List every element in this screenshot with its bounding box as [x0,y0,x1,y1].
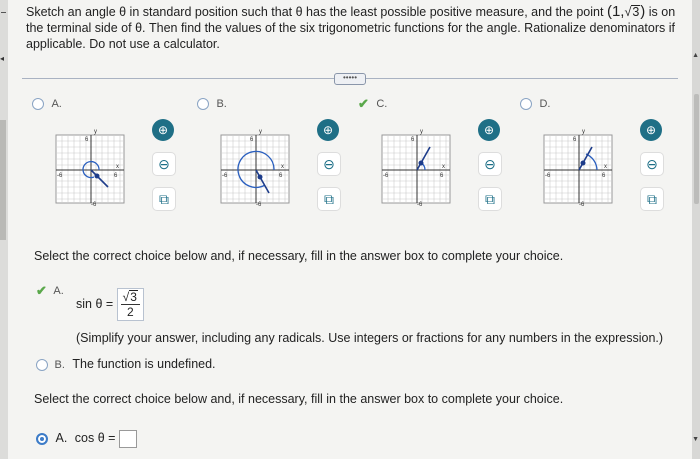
point-close: ) [640,3,646,20]
tick-bottom-label: -6 [256,202,262,207]
tick-left-label: -6 [545,173,551,179]
part2-option-a[interactable]: A. cos θ = [36,430,137,448]
zoom-in-icon[interactable]: ⊕ [640,119,662,141]
scrollbar[interactable]: ▲ ▼ [692,0,700,459]
scroll-up-icon[interactable]: ▲ [692,52,699,59]
axis-y-label: y [582,129,585,135]
question-line1: Sketch an angle θ in standard position s… [26,5,604,19]
cos-answer-box[interactable] [118,430,137,448]
choice-b-graph[interactable]: yx6-6-6 6 [219,127,291,207]
tick-left-label: -6 [57,173,63,179]
question-line3: applicable. Do not use a calculator. [26,37,220,51]
edge-tick [1,12,6,13]
part1-answer-sin: sin θ = √3 2 [76,288,144,321]
choice-c-graph[interactable]: yx6-6-6 6 [380,127,452,207]
part2-option-a-label: A. [55,431,68,446]
left-edge: ◂ [0,0,8,459]
choice-a-label: A. [51,97,62,110]
part1-instruction: Select the correct choice below and, if … [34,249,564,263]
choice-a[interactable]: A. y x 6 -6 -6 6 ⊕ ⊖ ⧉ [32,95,202,225]
choice-b-label: B. [216,97,227,110]
choice-d[interactable]: D. y x 6 -6 -6 6 ⊕ ⊖ ⧉ [520,95,690,225]
zoom-in-icon[interactable]: ⊕ [152,119,174,141]
zoom-in-icon[interactable]: ⊕ [478,119,500,141]
part2-option-a-radio[interactable] [36,433,48,445]
axis-y-label: y [94,129,97,135]
axis-x-label: x [442,164,445,170]
choice-b[interactable]: B. y x 6 -6 -6 6 ⊕ ⊖ ⧉ [197,95,367,225]
more-button[interactable]: ••••• [334,73,366,85]
choice-a-tools: ⊕ ⊖ ⧉ [152,119,180,222]
sin-denominator: 2 [126,305,134,319]
tick-left-label: -6 [222,173,228,179]
collapse-arrow-icon[interactable]: ◂ [0,54,6,64]
popout-icon[interactable]: ⧉ [152,187,176,211]
zoom-out-icon[interactable]: ⊖ [478,152,502,176]
popout-icon[interactable]: ⧉ [317,187,341,211]
axis-y-label: y [259,129,262,135]
part1-option-a-label: A. [53,285,64,297]
axis-y-label: y [420,129,423,135]
part1-option-a-marker[interactable]: ✔ A. [36,283,64,299]
question-page [8,0,692,459]
axis-x-label: x [116,164,119,170]
part1-option-b-label: B. [54,358,65,371]
sin-label: sin θ = [76,296,114,311]
edge-bar [0,120,6,240]
part1-option-b-radio[interactable] [36,358,48,371]
choice-d-label: D. [539,97,551,110]
choice-d-graph[interactable]: yx6-6-6 6 [542,127,614,207]
zoom-out-icon[interactable]: ⊖ [317,152,341,176]
axis-x-label: x [281,164,284,170]
correct-check-icon: ✔ [358,95,369,111]
scroll-down-icon[interactable]: ▼ [692,436,699,443]
tick-bottom-label: -6 [417,202,423,207]
part1-option-b-text: The function is undefined. [72,357,216,371]
choice-d-radio[interactable] [520,97,532,110]
zoom-in-icon[interactable]: ⊕ [317,119,339,141]
point-open: (1, [606,3,625,20]
scroll-thumb[interactable] [694,94,699,204]
choice-a-graph[interactable]: yx6-6-6 6 [54,127,126,207]
popout-icon[interactable]: ⧉ [478,187,502,211]
cos-label: cos θ = [74,431,116,446]
point-root: 3 [631,5,641,19]
zoom-out-icon[interactable]: ⊖ [640,152,664,176]
correct-check-icon: ✔ [36,283,47,298]
sqrt-sign: √ [624,5,632,19]
part1-note: (Simplify your answer, including any rad… [76,331,664,345]
question-line2: the terminal side of θ. Then find the va… [26,21,675,35]
part1-option-b[interactable]: B. The function is undefined. [36,357,216,371]
choice-c[interactable]: ✔ C. y x 6 -6 -6 6 ⊕ ⊖ ⧉ [358,95,528,225]
part2-instruction: Select the correct choice below and, if … [34,392,564,406]
choice-b-tools: ⊕ ⊖ ⧉ [317,119,345,222]
sin-answer-box[interactable]: √3 2 [116,288,144,321]
choice-c-label: C. [376,97,388,110]
choice-c-tools: ⊕ ⊖ ⧉ [478,119,506,222]
choice-d-tools: ⊕ ⊖ ⧉ [640,119,668,222]
zoom-out-icon[interactable]: ⊖ [152,152,176,176]
axis-x-label: x [604,164,607,170]
tick-bottom-label: -6 [579,202,585,207]
choice-a-radio[interactable] [32,97,44,110]
popout-icon[interactable]: ⧉ [640,187,664,211]
sin-numerator: √3 [120,290,140,305]
question-line1-end: is on [648,5,676,19]
choice-b-radio[interactable] [197,97,209,110]
sin-numerator-root: 3 [129,290,138,304]
tick-bottom-label: -6 [91,202,97,207]
question-text: Sketch an angle θ in standard position s… [26,4,676,52]
tick-left-label: -6 [383,173,389,179]
